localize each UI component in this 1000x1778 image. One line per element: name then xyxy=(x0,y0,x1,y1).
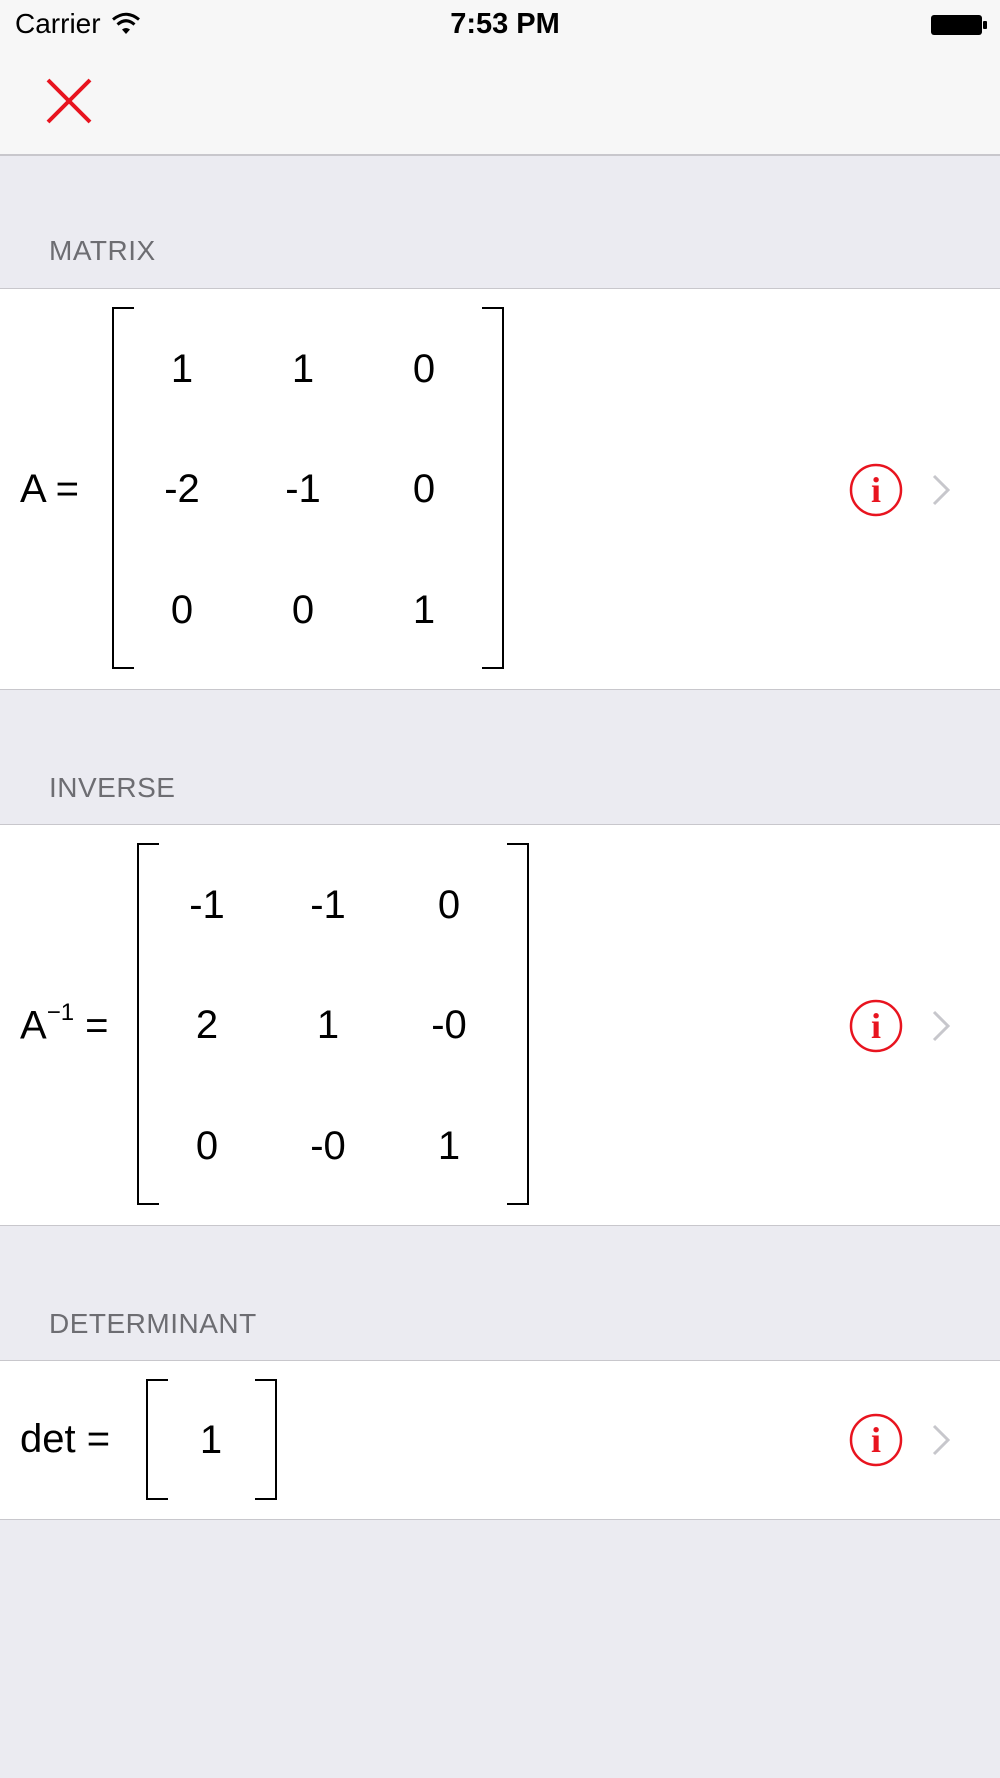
section-header-inverse: INVERSE xyxy=(49,772,176,803)
info-icon[interactable]: i xyxy=(849,999,903,1053)
matrix-entry: -1 xyxy=(285,467,321,511)
matrix-entry: 1 xyxy=(437,1124,461,1168)
matrix-entry: 1 xyxy=(291,347,315,391)
matrix-entry: 1 xyxy=(412,588,436,632)
section-header-determinant: DETERMINANT xyxy=(49,1308,257,1339)
matrix-determinant: 1 xyxy=(146,1379,277,1500)
matrix-entry: -1 xyxy=(189,883,225,927)
matrix-entry: 0 xyxy=(170,588,194,632)
matrix-entry: -0 xyxy=(431,1003,467,1047)
matrix-right-bracket xyxy=(482,307,504,669)
svg-text:i: i xyxy=(871,1420,881,1460)
inverse-label: A−1 = xyxy=(20,999,109,1048)
svg-text:i: i xyxy=(871,1006,881,1046)
matrix-entry: 0 xyxy=(412,467,436,511)
close-x-icon xyxy=(46,78,92,124)
matrix-entry: -0 xyxy=(310,1124,346,1168)
info-icon[interactable]: i xyxy=(849,1413,903,1467)
matrix-entry: 1 xyxy=(199,1418,223,1462)
status-bar: Carrier 7:53 PM xyxy=(0,0,1000,50)
matrix-label: A = xyxy=(20,467,79,511)
matrix-entry: 1 xyxy=(316,1003,340,1047)
navigation-bar xyxy=(0,50,1000,156)
battery-icon xyxy=(931,15,987,35)
matrix-cell[interactable]: A = 1 1 0 -2 -1 0 0 0 1 i xyxy=(0,288,1000,690)
determinant-label: det = xyxy=(20,1417,111,1461)
chevron-right-icon xyxy=(932,1010,950,1042)
close-button[interactable] xyxy=(44,76,94,126)
matrix-entry: 0 xyxy=(291,588,315,632)
info-icon[interactable]: i xyxy=(849,463,903,517)
inverse-cell[interactable]: A−1 = -1 -1 0 2 1 -0 0 -0 1 i xyxy=(0,824,1000,1226)
matrix-inverse: -1 -1 0 2 1 -0 0 -0 1 xyxy=(137,843,529,1205)
svg-text:i: i xyxy=(871,470,881,510)
matrix-right-bracket xyxy=(507,843,529,1205)
chevron-right-icon xyxy=(932,474,950,506)
matrix-entry: 0 xyxy=(195,1124,219,1168)
matrix-entry: 1 xyxy=(170,347,194,391)
inverse-label-base: A xyxy=(20,1003,47,1048)
matrix-entry: 0 xyxy=(437,883,461,927)
matrix-entry: 2 xyxy=(195,1003,219,1047)
matrix-a: 1 1 0 -2 -1 0 0 0 1 xyxy=(112,307,504,669)
inverse-label-exponent: −1 xyxy=(46,999,75,1026)
chevron-right-icon xyxy=(932,1424,950,1456)
matrix-entry: -2 xyxy=(164,467,200,511)
inverse-label-equals: = xyxy=(74,1003,109,1048)
status-time: 7:53 PM xyxy=(450,8,560,40)
section-header-matrix: MATRIX xyxy=(49,235,156,266)
matrix-entry: 0 xyxy=(412,347,436,391)
determinant-cell[interactable]: det = 1 i xyxy=(0,1360,1000,1520)
matrix-entry: -1 xyxy=(310,883,346,927)
